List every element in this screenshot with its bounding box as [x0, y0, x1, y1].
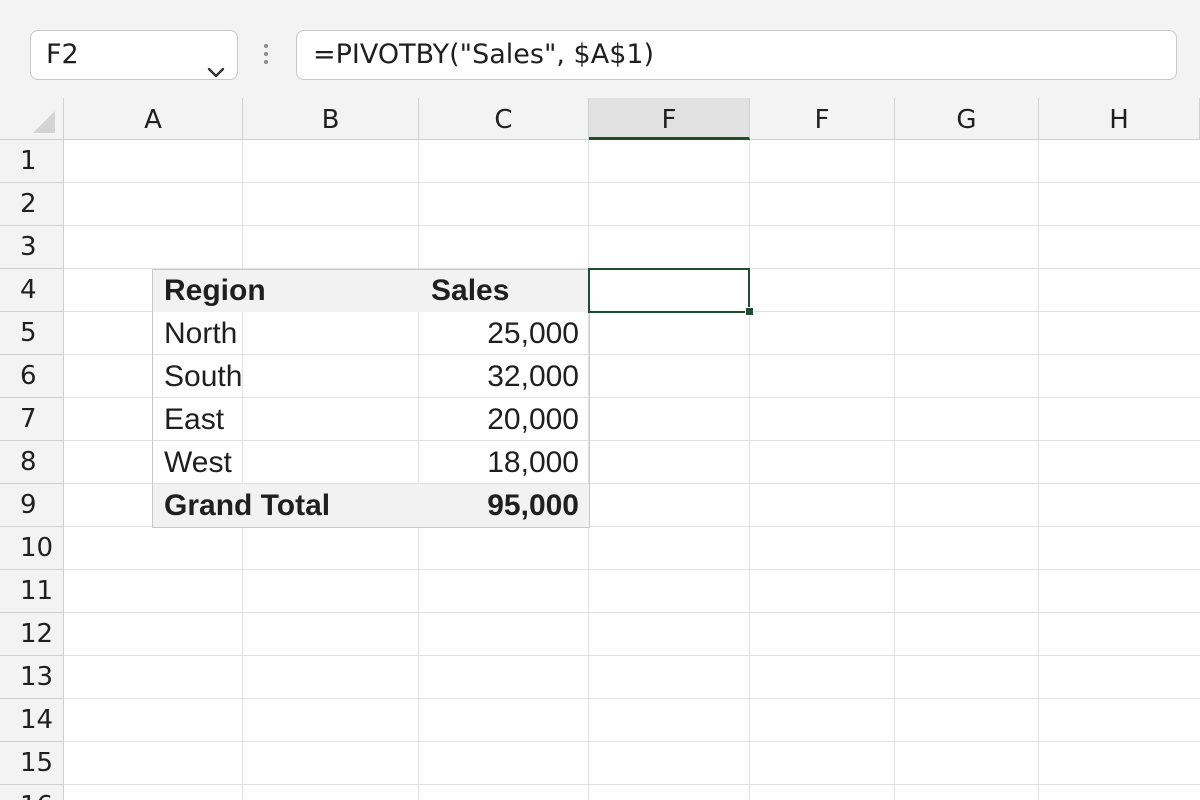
- pivot-region-cell[interactable]: West: [152, 441, 419, 484]
- row-header[interactable]: 8: [0, 441, 64, 484]
- pivot-sales-cell[interactable]: 20,000: [419, 398, 589, 441]
- column-header[interactable]: H: [1039, 98, 1200, 140]
- column-header[interactable]: B: [243, 98, 419, 140]
- column-header[interactable]: C: [419, 98, 589, 140]
- gridline: [894, 140, 895, 800]
- gridline: [64, 741, 1200, 742]
- pivot-region-cell[interactable]: North: [152, 312, 419, 355]
- pivot-sales-cell[interactable]: 18,000: [419, 441, 589, 484]
- spreadsheet-grid[interactable]: ABCFFGH12345678910111213141516RegionSale…: [0, 98, 1200, 800]
- pivot-total-value[interactable]: 95,000: [419, 484, 589, 527]
- gridline: [64, 612, 1200, 613]
- row-header[interactable]: 12: [0, 613, 64, 656]
- row-header[interactable]: 13: [0, 656, 64, 699]
- formula-input[interactable]: =PIVOTBY("Sales", $A$1): [296, 30, 1177, 80]
- row-header[interactable]: 14: [0, 699, 64, 742]
- select-all-triangle-icon: [33, 111, 55, 133]
- row-header[interactable]: 16: [0, 785, 64, 800]
- row-header[interactable]: 10: [0, 527, 64, 570]
- pivot-region-cell[interactable]: East: [152, 398, 419, 441]
- active-cell[interactable]: [588, 268, 750, 313]
- pivot-header-region[interactable]: Region: [152, 269, 419, 312]
- chevron-down-icon[interactable]: [207, 48, 225, 96]
- gridline: [64, 655, 1200, 656]
- pivot-header-sales[interactable]: Sales: [419, 269, 589, 312]
- row-header[interactable]: 2: [0, 183, 64, 226]
- row-header[interactable]: 4: [0, 269, 64, 312]
- pivot-total-label[interactable]: Grand Total: [152, 484, 419, 527]
- pivot-sales-cell[interactable]: 25,000: [419, 312, 589, 355]
- gridline: [749, 140, 750, 800]
- formula-text: =PIVOTBY("Sales", $A$1): [313, 39, 655, 70]
- row-header[interactable]: 1: [0, 140, 64, 183]
- row-header[interactable]: 5: [0, 312, 64, 355]
- select-all-button[interactable]: [0, 98, 64, 140]
- name-box-value: F2: [46, 39, 79, 70]
- column-header[interactable]: F: [750, 98, 895, 140]
- fill-handle[interactable]: [745, 307, 754, 316]
- row-header[interactable]: 6: [0, 355, 64, 398]
- gridline: [64, 225, 1200, 226]
- gridline: [64, 698, 1200, 699]
- column-header[interactable]: G: [895, 98, 1039, 140]
- row-header[interactable]: 15: [0, 742, 64, 785]
- name-box[interactable]: F2: [30, 30, 238, 80]
- gridline: [64, 784, 1200, 785]
- more-vertical-icon[interactable]: [262, 44, 270, 68]
- row-header[interactable]: 11: [0, 570, 64, 613]
- gridline: [1038, 140, 1039, 800]
- gridline: [64, 569, 1200, 570]
- row-header[interactable]: 7: [0, 398, 64, 441]
- pivot-region-cell[interactable]: South: [152, 355, 419, 398]
- row-header[interactable]: 9: [0, 484, 64, 527]
- pivot-sales-cell[interactable]: 32,000: [419, 355, 589, 398]
- column-header[interactable]: F: [589, 98, 750, 140]
- gridline: [64, 182, 1200, 183]
- row-header[interactable]: 3: [0, 226, 64, 269]
- formula-toolbar: F2 =PIVOTBY("Sales", $A$1): [0, 0, 1200, 98]
- column-header[interactable]: A: [64, 98, 243, 140]
